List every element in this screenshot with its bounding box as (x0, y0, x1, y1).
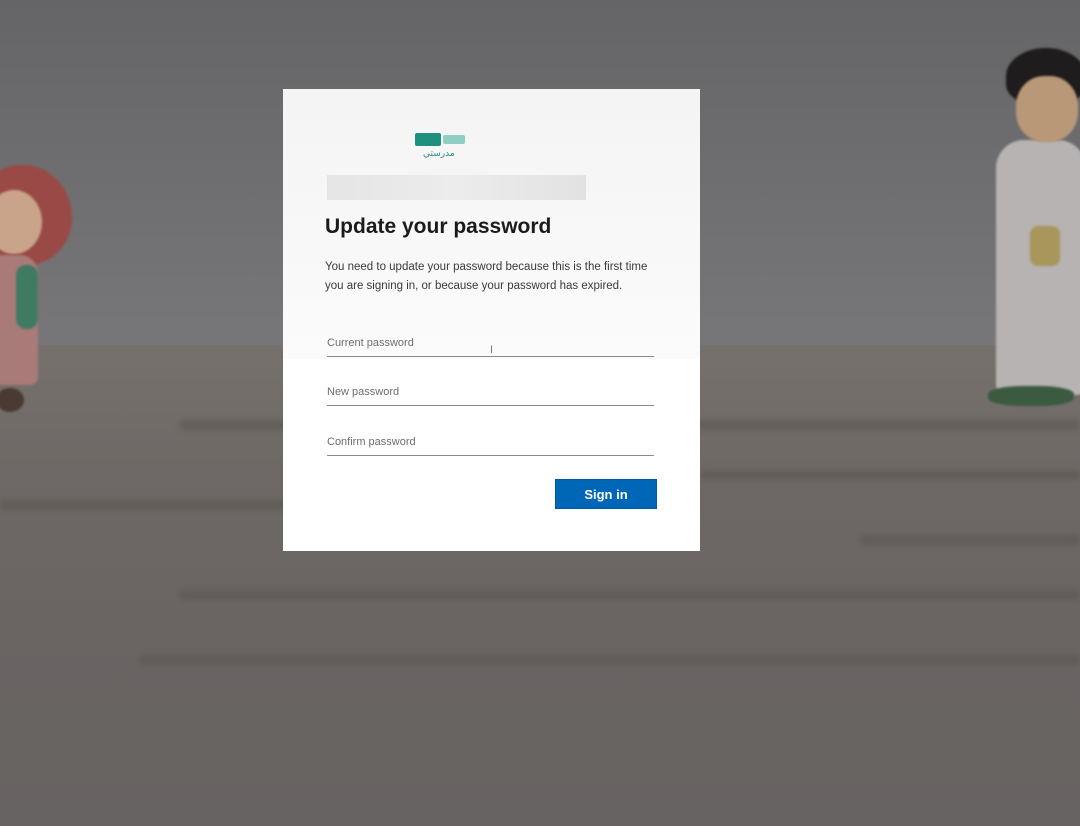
logo-text: مدرستي (423, 149, 455, 159)
floor-plank-line (180, 590, 1080, 600)
boy-shoes (988, 386, 1074, 406)
boy-robe (996, 140, 1080, 395)
confirm-password-field[interactable] (327, 432, 654, 456)
update-password-dialog: مدرستي Update your password You need to … (283, 89, 700, 551)
account-identifier-redacted (327, 175, 586, 200)
boy-hand-holding-object (1030, 226, 1060, 266)
floor-plank-line (700, 470, 1080, 480)
text-cursor-icon: I (490, 344, 494, 356)
dialog-description: You need to update your password because… (325, 261, 648, 292)
background-scene: مدرستي Update your password You need to … (0, 0, 1080, 826)
logo-mark-icon (415, 133, 441, 146)
new-password-field[interactable] (327, 382, 654, 406)
boy-face (1016, 76, 1078, 142)
floor-plank-line (0, 500, 300, 510)
floor-plank-line (140, 655, 1080, 665)
sign-in-button[interactable]: Sign in (555, 479, 657, 509)
madrasati-logo: مدرستي (413, 130, 483, 166)
logo-mark-accent-icon (443, 135, 465, 144)
girl-sleeve (16, 265, 38, 329)
floor-plank-line (860, 535, 1080, 545)
dialog-title: Update your password (325, 215, 552, 238)
